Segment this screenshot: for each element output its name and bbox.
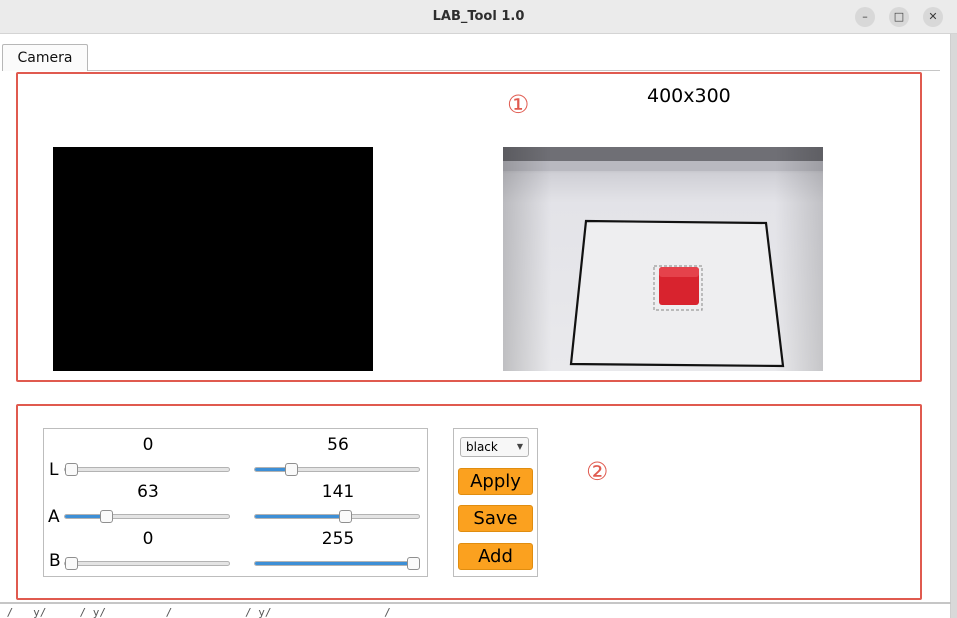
color-select-value: black <box>466 440 498 454</box>
a-min-value: 63 <box>137 482 159 502</box>
a-min-slider[interactable] <box>64 510 230 523</box>
save-button[interactable]: Save <box>458 505 533 532</box>
close-icon: ✕ <box>928 10 938 23</box>
l-max-slider[interactable] <box>254 463 420 476</box>
b-min-value: 0 <box>142 529 154 549</box>
camera-preview-image <box>503 147 823 371</box>
b-max-value: 255 <box>321 529 355 549</box>
region-2-marker: ② <box>586 457 609 486</box>
chevron-down-icon: ▼ <box>516 442 523 451</box>
camera-scene <box>503 147 823 371</box>
add-button[interactable]: Add <box>458 543 533 570</box>
a-channel-label: A <box>48 507 60 527</box>
l-max-value: 56 <box>327 435 349 455</box>
tab-camera[interactable]: Camera <box>2 44 88 71</box>
resolution-label: 400x300 <box>647 85 731 107</box>
title-bar: LAB_Tool 1.0 – □ ✕ <box>0 0 957 34</box>
a-max-slider[interactable] <box>254 510 420 523</box>
l-min-slider-handle[interactable] <box>65 463 78 476</box>
a-max-slider-fill <box>255 515 346 518</box>
close-button[interactable]: ✕ <box>923 7 943 27</box>
b-channel-label: B <box>49 551 61 571</box>
l-min-value: 0 <box>142 435 154 455</box>
b-min-slider-handle[interactable] <box>65 557 78 570</box>
l-max-slider-handle[interactable] <box>285 463 299 476</box>
color-select[interactable]: black ▼ <box>460 437 529 457</box>
l-channel-label: L <box>49 460 59 480</box>
background-terminal-text: _/_ _y/_ _ _/_y/_ _ _ _ _/_ _ _ _ _ _/_y… <box>0 606 510 618</box>
apply-button[interactable]: Apply <box>458 468 533 495</box>
b-max-slider-handle[interactable] <box>407 557 420 570</box>
region-1-marker: ① <box>507 90 530 119</box>
window-title: LAB_Tool 1.0 <box>432 9 525 24</box>
a-min-slider-handle[interactable] <box>100 510 113 523</box>
mask-preview-image <box>53 147 373 371</box>
minimize-button[interactable]: – <box>855 7 875 27</box>
window-side-strip <box>951 34 957 618</box>
b-max-slider[interactable] <box>254 557 420 570</box>
a-max-value: 141 <box>321 482 355 502</box>
maximize-button[interactable]: □ <box>889 7 909 27</box>
minimize-icon: – <box>862 10 868 23</box>
maximize-icon: □ <box>893 10 905 23</box>
l-min-slider[interactable] <box>64 463 230 476</box>
a-max-slider-handle[interactable] <box>339 510 353 523</box>
b-max-slider-fill <box>255 562 419 565</box>
b-min-slider[interactable] <box>64 557 230 570</box>
status-divider <box>0 603 951 604</box>
